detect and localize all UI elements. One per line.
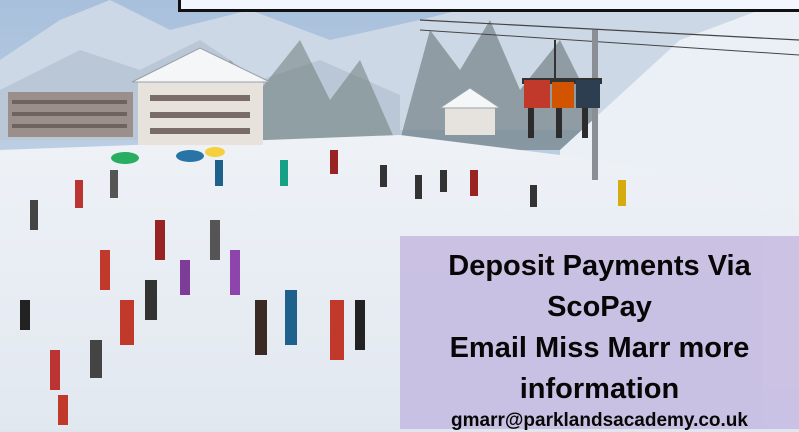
- deposit-heading: Deposit Payments Via: [448, 250, 751, 282]
- left-building: [8, 92, 133, 137]
- payment-method: ScoPay: [547, 291, 652, 323]
- contact-instruction: Email Miss Marr more: [449, 332, 750, 364]
- contact-instruction-cont: information: [519, 373, 680, 405]
- info-panel: Deposit Payments Via ScoPay Email Miss M…: [400, 236, 799, 431]
- slide-title-bar: [178, 0, 799, 12]
